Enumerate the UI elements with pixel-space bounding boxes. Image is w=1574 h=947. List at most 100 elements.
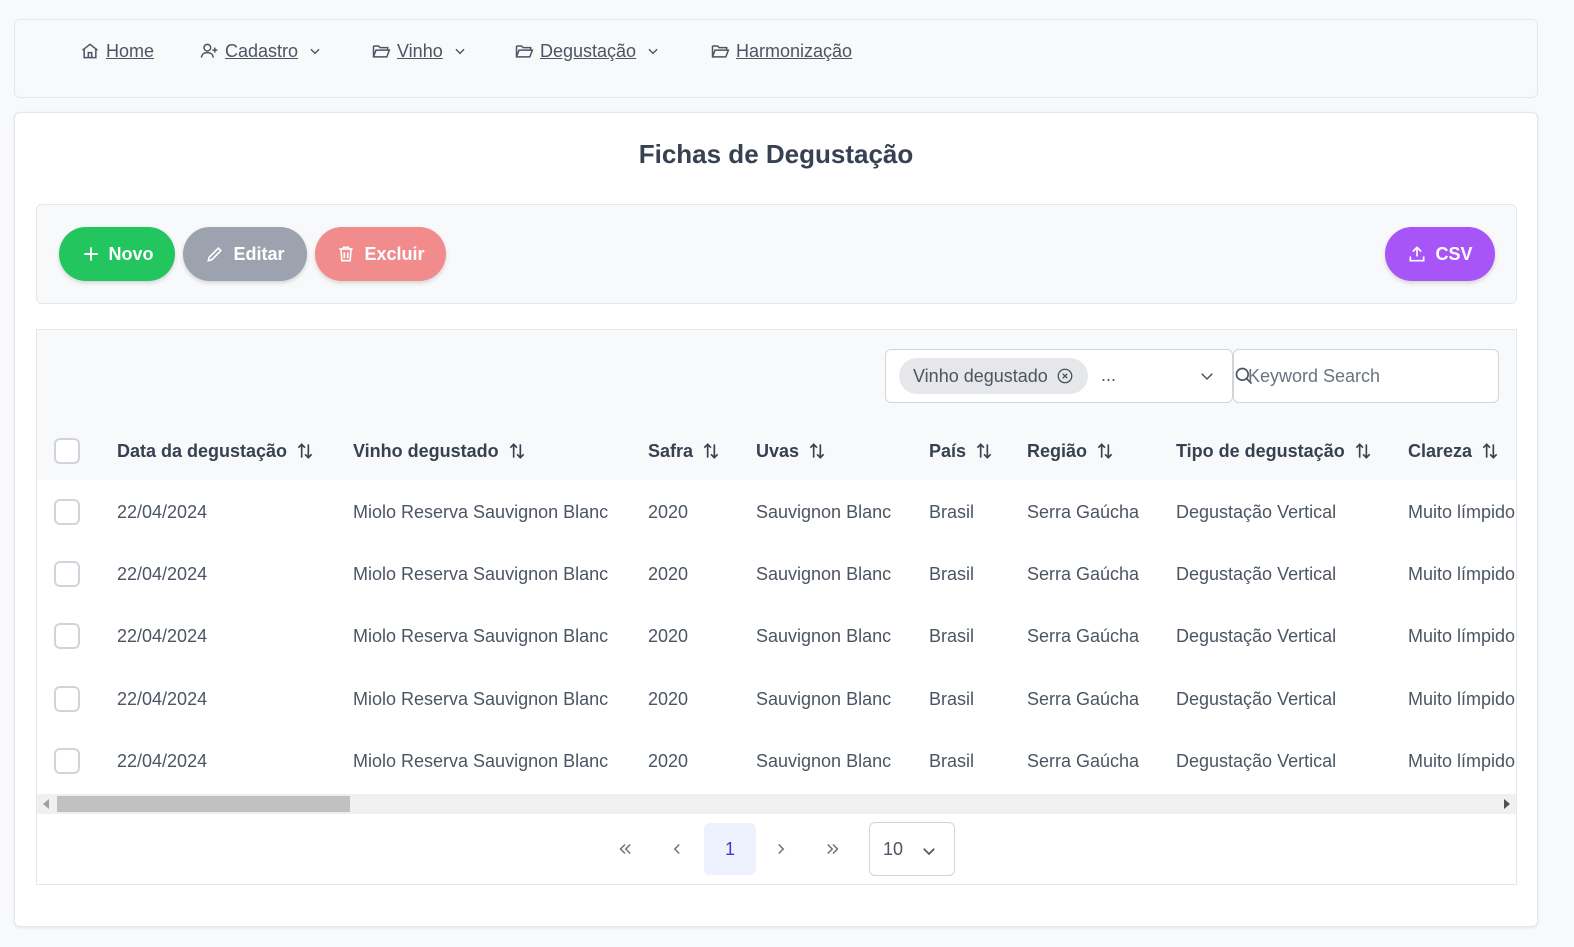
cell-clareza: Muito límpido: [1408, 625, 1516, 646]
menu-item-harmonizacao[interactable]: Harmonização: [710, 40, 852, 62]
chevron-down-icon[interactable]: [1198, 367, 1216, 385]
column-header-label: Safra: [648, 440, 694, 461]
cell-data: 22/04/2024: [117, 501, 208, 522]
column-header-label: Tipo de degustação: [1176, 440, 1345, 461]
search-input[interactable]: [1248, 360, 1488, 392]
table-row[interactable]: 22/04/2024 Miolo Reserva Sauvignon Blanc…: [37, 668, 1516, 730]
cell-uvas: Sauvignon Blanc: [756, 501, 892, 522]
plus-icon: [83, 247, 98, 261]
sort-icon: [297, 443, 313, 459]
paginator: 1 10: [37, 814, 1516, 884]
toolbar: Novo Editar Excluir CSV: [36, 204, 1517, 304]
chevron-down-icon: [455, 48, 465, 55]
column-header-tipo[interactable]: Tipo de degustação: [1176, 422, 1373, 480]
cell-safra: 2020: [648, 501, 689, 522]
rows-per-page-select[interactable]: 10: [869, 822, 955, 876]
menu-label-harmonizacao: Harmonização: [736, 40, 853, 61]
cell-vinho: Miolo Reserva Sauvignon Blanc: [353, 501, 609, 522]
column-header-label: País: [929, 440, 967, 461]
user-plus-icon: [200, 43, 218, 58]
page-button-current[interactable]: 1: [704, 823, 756, 875]
chevron-down-icon: [648, 48, 658, 55]
csv-export-button[interactable]: CSV: [1385, 227, 1495, 281]
row-checkbox[interactable]: [54, 561, 80, 587]
novo-button[interactable]: Novo: [59, 227, 175, 281]
column-header-data[interactable]: Data da degustação: [117, 422, 315, 480]
cell-safra: 2020: [648, 688, 689, 709]
table-row[interactable]: 22/04/2024 Miolo Reserva Sauvignon Blanc…: [37, 481, 1516, 543]
cell-regiao: Serra Gaúcha: [1027, 750, 1140, 771]
menu-label-home: Home: [106, 40, 155, 61]
column-header-clareza[interactable]: Clareza: [1408, 422, 1500, 480]
home-icon: [82, 43, 98, 59]
cell-tipo: Degustação Vertical: [1176, 501, 1337, 522]
scroll-right-arrow-icon[interactable]: [1504, 799, 1510, 809]
cell-data: 22/04/2024: [117, 625, 208, 646]
excluir-label: Excluir: [364, 243, 425, 264]
last-page-button[interactable]: [808, 823, 858, 875]
cell-regiao: Serra Gaúcha: [1027, 501, 1140, 522]
table-row[interactable]: 22/04/2024 Miolo Reserva Sauvignon Blanc…: [37, 730, 1516, 792]
cell-uvas: Sauvignon Blanc: [756, 750, 892, 771]
column-header-vinho[interactable]: Vinho degustado: [353, 422, 527, 480]
excluir-button[interactable]: Excluir: [315, 227, 446, 281]
data-table: Vinho degustado ... Data da degustação: [36, 329, 1517, 885]
column-header-pais[interactable]: País: [929, 422, 994, 480]
cell-safra: 2020: [648, 563, 689, 584]
row-checkbox[interactable]: [54, 686, 80, 712]
column-header-safra[interactable]: Safra: [648, 422, 721, 480]
column-header-regiao[interactable]: Região: [1027, 422, 1115, 480]
cell-pais: Brasil: [929, 563, 975, 584]
cell-pais: Brasil: [929, 750, 975, 771]
cell-tipo: Degustação Vertical: [1176, 688, 1337, 709]
menu-item-cadastro[interactable]: Cadastro: [199, 40, 328, 62]
cell-data: 22/04/2024: [117, 563, 208, 584]
scroll-left-arrow-icon[interactable]: [43, 799, 49, 809]
editar-button[interactable]: Editar: [183, 227, 307, 281]
sort-icon: [809, 443, 825, 459]
column-header-label: Clareza: [1408, 440, 1473, 461]
row-checkbox[interactable]: [54, 499, 80, 525]
cell-regiao: Serra Gaúcha: [1027, 625, 1140, 646]
main-card: Fichas de Degustação Novo Editar Excluir…: [14, 112, 1538, 927]
folder-open-icon: [372, 45, 391, 58]
column-header-uvas[interactable]: Uvas: [756, 422, 827, 480]
column-header-label: Região: [1027, 440, 1088, 461]
row-checkbox[interactable]: [54, 748, 80, 774]
cell-regiao: Serra Gaúcha: [1027, 563, 1140, 584]
column-multiselect[interactable]: Vinho degustado ...: [885, 349, 1233, 403]
multiselect-more: ...: [1101, 365, 1117, 385]
row-checkbox[interactable]: [54, 623, 80, 649]
table-row[interactable]: 22/04/2024 Miolo Reserva Sauvignon Blanc…: [37, 543, 1516, 605]
table-header-bar: Vinho degustado ...: [37, 330, 1516, 422]
chevron-down-icon: [310, 48, 320, 55]
chevron-left-icon: [673, 843, 680, 855]
menu-item-vinho[interactable]: Vinho: [371, 40, 473, 62]
horizontal-scrollbar[interactable]: [37, 794, 1516, 814]
column-header-label: Data da degustação: [117, 440, 288, 461]
cell-clareza: Muito límpido: [1408, 688, 1516, 709]
cell-regiao: Serra Gaúcha: [1027, 688, 1140, 709]
first-page-button[interactable]: [600, 823, 650, 875]
cell-vinho: Miolo Reserva Sauvignon Blanc: [353, 625, 609, 646]
cell-tipo: Degustação Vertical: [1176, 625, 1337, 646]
table-row[interactable]: 22/04/2024 Miolo Reserva Sauvignon Blanc…: [37, 605, 1516, 667]
cell-uvas: Sauvignon Blanc: [756, 625, 892, 646]
cell-pais: Brasil: [929, 501, 975, 522]
table-grid: Data da degustação Vinho degustado Safra…: [37, 422, 1516, 794]
prev-page-button[interactable]: [652, 823, 702, 875]
keyword-search: [1233, 349, 1499, 403]
novo-label: Novo: [108, 243, 154, 264]
column-chip: Vinho degustado: [899, 358, 1088, 394]
menu-item-home[interactable]: Home: [80, 40, 154, 62]
cell-clareza: Muito límpido: [1408, 501, 1516, 522]
menu-item-degustacao[interactable]: Degustação: [514, 40, 666, 62]
page-title: Fichas de Degustação: [638, 139, 914, 169]
next-page-button[interactable]: [756, 823, 806, 875]
scroll-thumb[interactable]: [57, 796, 350, 812]
cell-data: 22/04/2024: [117, 688, 208, 709]
csv-label: CSV: [1435, 243, 1473, 264]
select-all-checkbox[interactable]: [54, 438, 80, 464]
remove-chip-icon[interactable]: [1056, 367, 1074, 385]
sort-icon: [976, 443, 992, 459]
